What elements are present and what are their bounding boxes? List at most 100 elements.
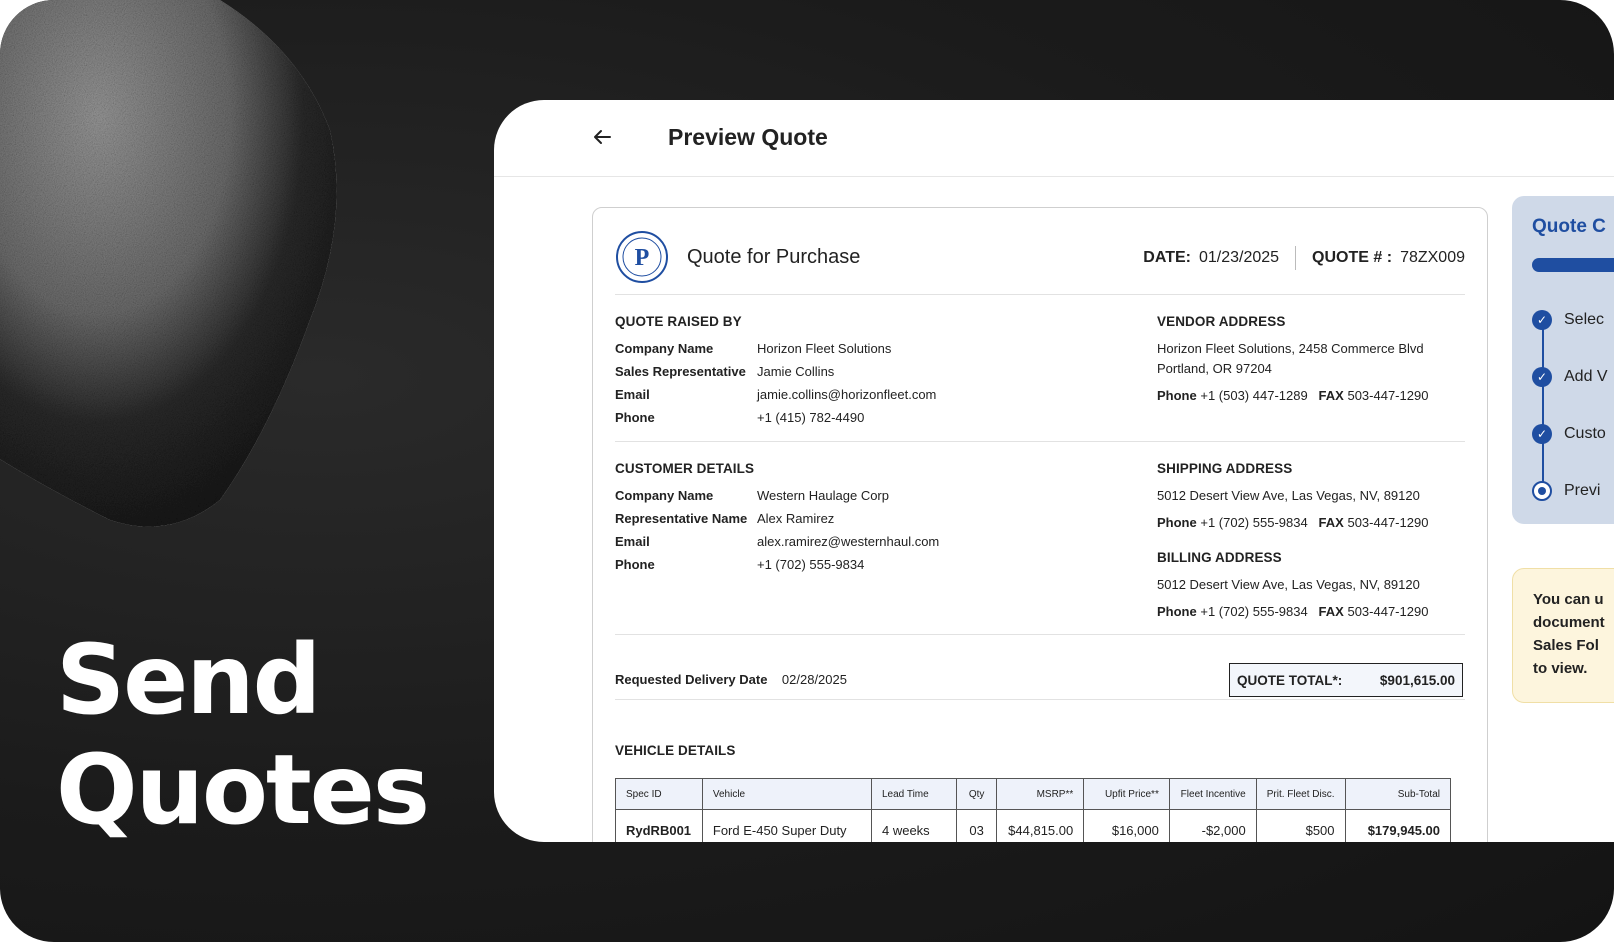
step-label: Custo <box>1564 425 1606 442</box>
fax-value: 503-447-1290 <box>1347 515 1429 530</box>
row-value: +1 (415) 782-4490 <box>757 410 865 425</box>
quote-title: Quote for Purchase <box>687 246 861 268</box>
row-value: Alex Ramirez <box>757 511 835 526</box>
cell-spec-id: RydRB001 <box>615 809 703 842</box>
cell-qty: 03 <box>955 809 998 842</box>
svg-text:P: P <box>635 245 650 271</box>
note-line: document <box>1533 614 1605 631</box>
promo-frame: Send Quotes Preview Quote P Quote for Pu… <box>0 0 1614 942</box>
date-value: 01/23/2025 <box>1198 249 1280 266</box>
table-header-row: Spec ID Vehicle Lead Time Qty MSRP** Upf… <box>615 778 1452 810</box>
vehicle-table: Spec ID Vehicle Lead Time Qty MSRP** Upf… <box>615 778 1452 842</box>
app-window: Preview Quote P Quote for Purchase DATE:… <box>494 100 1614 842</box>
divider <box>615 294 1465 295</box>
step-connector <box>1542 320 1544 492</box>
check-icon: ✓ <box>1532 424 1552 444</box>
rock-image <box>0 0 337 527</box>
customer-heading: CUSTOMER DETAILS <box>615 461 755 476</box>
quote-number-label: QUOTE # : <box>1312 249 1393 266</box>
step-item[interactable]: ✓ Add V <box>1532 366 1614 388</box>
shipping-heading: SHIPPING ADDRESS <box>1157 461 1293 476</box>
row-value: Jamie Collins <box>757 364 835 379</box>
row-value: Horizon Fleet Solutions <box>757 341 892 356</box>
col-qty: Qty <box>955 778 998 810</box>
fax-label: FAX <box>1318 604 1344 619</box>
quote-number-value: 78ZX009 <box>1400 249 1465 266</box>
step-item[interactable]: ✓ Selec <box>1532 309 1614 331</box>
vendor-heading: VENDOR ADDRESS <box>1157 314 1286 329</box>
total-value: $901,615.00 <box>1379 672 1455 688</box>
step-label: Previ <box>1564 482 1601 499</box>
check-icon: ✓ <box>1532 367 1552 387</box>
table-row: RydRB001 Ford E-450 Super Duty 4 weeks 0… <box>615 809 1452 842</box>
quote-meta: DATE: 01/23/2025 QUOTE # : 78ZX009 <box>1143 246 1465 270</box>
cell-msrp: $44,815.00 <box>996 809 1085 842</box>
quote-total-box: QUOTE TOTAL*: $901,615.00 <box>1229 663 1463 697</box>
col-fleet-incentive: Fleet Incentive <box>1168 778 1257 810</box>
col-prit-fleet-disc: Prit. Fleet Disc. <box>1255 778 1346 810</box>
billing-contact: Phone +1 (702) 555-9834 FAX 503-447-1290 <box>1157 602 1428 622</box>
phone-value: +1 (702) 555-9834 <box>1200 604 1308 619</box>
col-vehicle: Vehicle <box>701 778 872 810</box>
cell-sub-total: $179,945.00 <box>1344 809 1452 842</box>
pritchard-logo-icon: P <box>616 231 668 283</box>
progress-title: Quote C <box>1532 216 1606 237</box>
total-label: QUOTE TOTAL*: <box>1237 672 1343 688</box>
cell-lead-time: 4 weeks <box>870 809 957 842</box>
row-label: Sales Representative <box>615 364 746 379</box>
col-spec-id: Spec ID <box>615 778 703 810</box>
vendor-contact: Phone +1 (503) 447-1289 FAX 503-447-1290 <box>1157 386 1428 406</box>
note-line: Sales Fol <box>1533 637 1599 654</box>
note-line: to view. <box>1533 660 1588 677</box>
col-upfit-price: Upfit Price** <box>1083 778 1170 810</box>
phone-value: +1 (503) 447-1289 <box>1200 388 1308 403</box>
hero-heading: Send Quotes <box>56 624 430 846</box>
row-label: Company Name <box>615 341 714 356</box>
billing-address: 5012 Desert View Ave, Las Vegas, NV, 891… <box>1157 577 1420 592</box>
row-label: Phone <box>615 557 655 572</box>
phone-label: Phone <box>1157 515 1197 530</box>
phone-value: +1 (702) 555-9834 <box>1200 515 1308 530</box>
raised-by-heading: QUOTE RAISED BY <box>615 314 742 329</box>
row-label: Email <box>615 534 650 549</box>
col-msrp: MSRP** <box>996 778 1085 810</box>
hero-line-1: Send <box>56 624 321 736</box>
shipping-address: 5012 Desert View Ave, Las Vegas, NV, 891… <box>1157 488 1420 503</box>
fax-label: FAX <box>1318 388 1344 403</box>
address-line: Portland, OR 97204 <box>1157 361 1272 376</box>
quote-progress-panel: Quote C ✓ Selec ✓ Add V ✓ Custo Previ <box>1512 196 1614 524</box>
back-arrow-icon[interactable] <box>590 125 614 149</box>
vehicle-heading: VEHICLE DETAILS <box>615 743 736 758</box>
row-label: Phone <box>615 410 655 425</box>
row-label: Representative Name <box>615 511 748 526</box>
phone-label: Phone <box>1157 604 1197 619</box>
check-icon: ✓ <box>1532 310 1552 330</box>
hero-line-2: Quotes <box>56 734 430 846</box>
billing-heading: BILLING ADDRESS <box>1157 550 1282 565</box>
meta-divider <box>1295 246 1297 270</box>
step-label: Add V <box>1564 368 1608 385</box>
address-line: Horizon Fleet Solutions, 2458 Commerce B… <box>1157 341 1424 356</box>
cell-upfit-price: $16,000 <box>1083 809 1170 842</box>
col-sub-total: Sub-Total <box>1344 778 1452 810</box>
fax-label: FAX <box>1318 515 1344 530</box>
step-item[interactable]: ✓ Custo <box>1532 423 1614 445</box>
quote-document: P Quote for Purchase DATE: 01/23/2025 QU… <box>592 207 1488 842</box>
step-item[interactable]: Previ <box>1532 480 1614 502</box>
shipping-contact: Phone +1 (702) 555-9834 FAX 503-447-1290 <box>1157 513 1428 533</box>
vendor-address: Horizon Fleet Solutions, 2458 Commerce B… <box>1157 339 1424 379</box>
current-step-icon <box>1532 481 1552 501</box>
app-header: Preview Quote <box>494 100 1614 177</box>
page-title: Preview Quote <box>668 124 828 150</box>
divider <box>615 441 1465 442</box>
cell-vehicle: Ford E-450 Super Duty <box>701 809 872 842</box>
step-label: Selec <box>1564 311 1605 328</box>
row-value: +1 (702) 555-9834 <box>757 557 865 572</box>
col-lead-time: Lead Time <box>870 778 957 810</box>
note-line: You can u <box>1533 591 1604 608</box>
divider <box>615 699 1465 700</box>
row-value: jamie.collins@horizonfleet.com <box>757 387 937 402</box>
fax-value: 503-447-1290 <box>1347 388 1429 403</box>
phone-label: Phone <box>1157 388 1197 403</box>
cell-fleet-incentive: -$2,000 <box>1168 809 1257 842</box>
